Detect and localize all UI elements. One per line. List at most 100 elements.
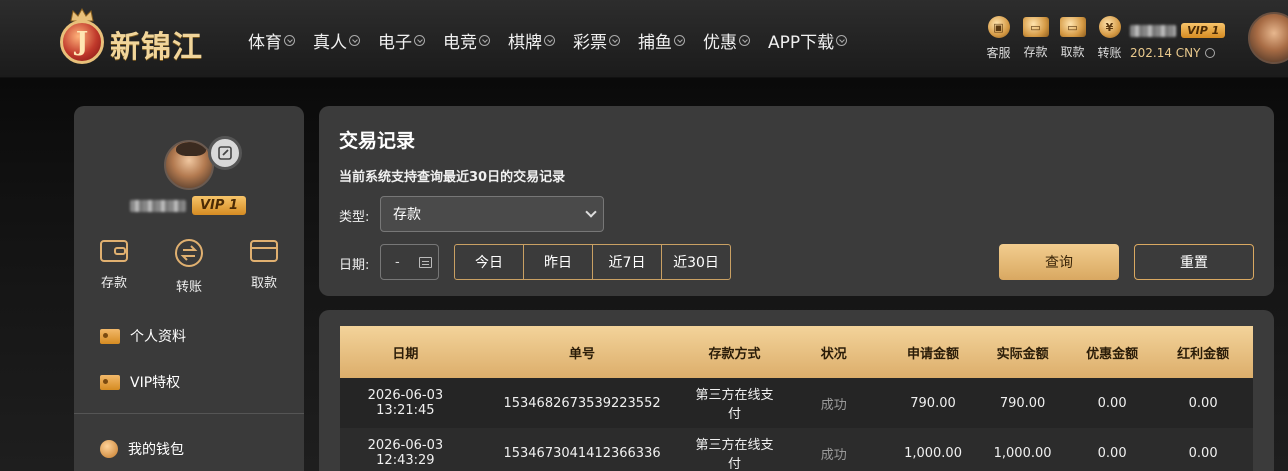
sidebar-item-wallet[interactable]: 我的钱包	[100, 439, 184, 459]
table-row: 2026-06-03 12:43:29 1534673041412366336 …	[340, 428, 1253, 471]
nav-label: 优惠	[703, 33, 737, 53]
cell-method: 第三方在线支付	[695, 438, 774, 471]
logo-badge: J	[60, 20, 104, 64]
type-label: 类型:	[339, 210, 370, 225]
balance[interactable]: 202.14 CNY	[1130, 46, 1240, 60]
transfer-icon: ¥	[1098, 16, 1121, 38]
masked-username	[1130, 24, 1176, 37]
type-select[interactable]: 存款	[380, 196, 604, 232]
sidebar-item-label: VIP特权	[130, 375, 181, 391]
chevron-down-icon	[349, 35, 360, 46]
date-label: 日期:	[339, 258, 370, 273]
nav-item-esports[interactable]: 电竞	[443, 28, 490, 53]
chevron-down-icon	[479, 35, 490, 46]
range-yesterday-button[interactable]: 昨日	[523, 244, 593, 280]
nav-item-app-download[interactable]: APP下载	[768, 28, 848, 53]
nav-item-lottery[interactable]: 彩票	[573, 28, 620, 53]
withdraw-icon: ▭	[1059, 17, 1086, 37]
user-summary[interactable]: VIP 1 202.14 CNY	[1130, 20, 1240, 60]
chevron-down-icon	[739, 35, 750, 46]
edit-icon	[218, 146, 232, 160]
wallet-icon	[100, 240, 128, 262]
side-deposit-button[interactable]: 存款	[94, 238, 134, 295]
nav-item-fishing[interactable]: 捕鱼	[638, 28, 685, 53]
sidebar-item-label: 个人资料	[130, 329, 186, 345]
deposit-icon: ▭	[1022, 17, 1049, 37]
masked-username	[130, 199, 186, 212]
date-range-input[interactable]: -	[380, 244, 439, 280]
transaction-filter-panel: 交易记录 当前系统支持查询最近30日的交易记录 类型: 存款 日期: - 今日 …	[319, 106, 1274, 296]
range-today-button[interactable]: 今日	[454, 244, 524, 280]
edit-profile-button[interactable]	[208, 136, 242, 170]
customer-service-icon: ▣	[987, 16, 1010, 38]
cell-actual: 1,000.00	[993, 445, 1052, 461]
quick-label: 客服	[986, 46, 1011, 60]
piggy-bank-icon	[100, 440, 118, 458]
column-header: 优惠金额	[1086, 346, 1139, 362]
cell-requested: 790.00	[910, 395, 956, 411]
quick-transfer[interactable]: ¥ 转账	[1091, 16, 1128, 61]
top-navbar: J 新锦江 体育 真人 电子 电竞 棋牌 彩票 捕鱼 优惠 APP下载 ▣ 客服…	[0, 0, 1288, 78]
column-header: 单号	[569, 346, 596, 362]
nav-item-cards[interactable]: 棋牌	[508, 28, 555, 53]
nav-label: APP下载	[768, 33, 835, 53]
column-header: 实际金额	[996, 346, 1049, 362]
id-card-icon	[100, 374, 120, 390]
nav-label: 电子	[378, 33, 412, 53]
vip-badge: VIP 1	[1181, 23, 1226, 38]
chevron-down-icon	[609, 35, 620, 46]
nav-label: 真人	[313, 33, 347, 53]
cell-date: 2026-06-03 13:21:45	[367, 388, 444, 418]
transaction-table: 日期 单号 存款方式 状况 申请金额 实际金额 优惠金额 红利金额 2026-0…	[340, 326, 1253, 471]
side-transfer-button[interactable]: 转账	[169, 238, 209, 295]
chevron-down-icon	[585, 206, 597, 218]
table-row: 2026-06-03 13:21:45 1534682673539223552 …	[340, 378, 1253, 428]
sidebar-item-profile[interactable]: 个人资料	[100, 326, 186, 346]
nav-item-sports[interactable]: 体育	[248, 28, 295, 53]
balance-value: 202.14 CNY	[1130, 46, 1201, 60]
side-action-label: 取款	[250, 276, 277, 291]
avatar	[164, 140, 214, 190]
column-header: 日期	[392, 346, 419, 362]
quick-deposit[interactable]: ▭ 存款	[1017, 16, 1054, 61]
side-username: VIP 1	[130, 196, 246, 215]
nav-item-live[interactable]: 真人	[313, 28, 360, 53]
chevron-down-icon	[284, 35, 295, 46]
nav-item-promotions[interactable]: 优惠	[703, 28, 750, 53]
nav-label: 捕鱼	[638, 33, 672, 53]
cell-discount: 0.00	[1097, 445, 1127, 461]
side-withdraw-button[interactable]: 取款	[244, 238, 284, 295]
side-action-label: 存款	[100, 276, 127, 291]
column-header: 申请金额	[907, 346, 960, 362]
nav-label: 彩票	[573, 33, 607, 53]
reset-button[interactable]: 重置	[1134, 244, 1254, 280]
cell-status: 成功	[820, 397, 847, 413]
cell-actual: 790.00	[999, 395, 1046, 411]
cell-date: 2026-06-03 12:43:29	[367, 438, 444, 468]
quick-withdraw[interactable]: ▭ 取款	[1054, 16, 1091, 61]
side-actions: 存款 转账 取款	[94, 238, 284, 295]
type-select-value: 存款	[393, 207, 421, 223]
page-title: 交易记录	[339, 130, 416, 152]
cell-bonus: 0.00	[1188, 395, 1218, 411]
sidebar-item-vip[interactable]: VIP特权	[100, 372, 180, 392]
chevron-down-icon	[674, 35, 685, 46]
quick-actions: ▣ 客服 ▭ 存款 ▭ 取款 ¥ 转账	[980, 16, 1128, 61]
quick-label: 转账	[1097, 46, 1122, 60]
nav-item-slots[interactable]: 电子	[378, 28, 425, 53]
chevron-down-icon	[1204, 48, 1215, 58]
avatar[interactable]	[1248, 12, 1288, 64]
sidebar: VIP 1 存款 转账 取款 个人资料 VIP特权 我的钱包	[74, 106, 304, 471]
nav-label: 体育	[248, 33, 282, 53]
quick-customer-service[interactable]: ▣ 客服	[980, 16, 1017, 61]
range-7days-button[interactable]: 近7日	[592, 244, 662, 280]
brand-logo[interactable]: J 新锦江	[58, 8, 218, 68]
cell-order-id: 1534682673539223552	[503, 395, 661, 411]
query-button[interactable]: 查询	[999, 244, 1119, 280]
range-30days-button[interactable]: 近30日	[661, 244, 731, 280]
table-header: 日期 单号 存款方式 状况 申请金额 实际金额 优惠金额 红利金额	[340, 326, 1253, 378]
column-header: 红利金额	[1177, 346, 1230, 362]
cell-status: 成功	[820, 447, 847, 463]
cell-order-id: 1534673041412366336	[503, 445, 661, 461]
chevron-down-icon	[836, 35, 848, 46]
